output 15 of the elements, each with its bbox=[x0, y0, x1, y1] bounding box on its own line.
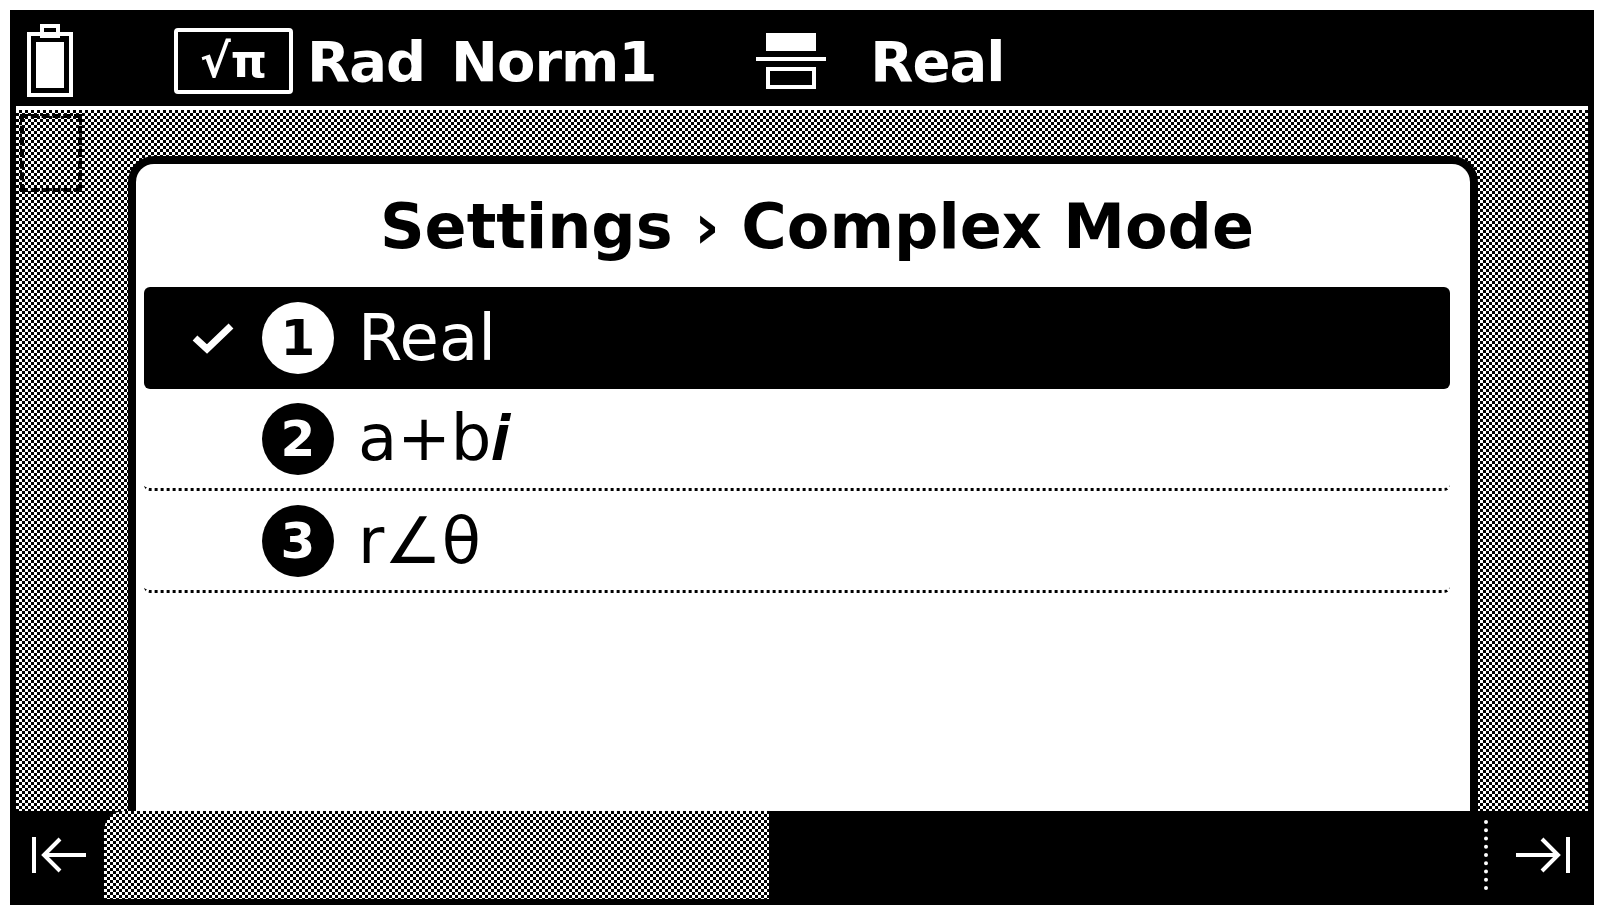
display-format: Norm1 bbox=[451, 28, 657, 94]
menu-option[interactable]: 1 Real bbox=[144, 287, 1450, 389]
battery-icon bbox=[26, 24, 74, 98]
square-outline-icon bbox=[20, 114, 82, 192]
option-number: 2 bbox=[262, 402, 334, 475]
fraction-icon bbox=[756, 31, 827, 91]
mode-indicator: √π bbox=[174, 28, 294, 94]
option-label: r∠θ bbox=[358, 503, 481, 578]
option-label: Real bbox=[358, 301, 496, 375]
angle-unit: Rad bbox=[307, 28, 426, 94]
complex-mode: Real bbox=[870, 28, 1005, 94]
option-number: 3 bbox=[262, 504, 334, 577]
option-label: a+b𝒊 bbox=[358, 401, 510, 476]
dialog-title: Settings › Complex Mode bbox=[378, 190, 1256, 263]
option-number: 1 bbox=[262, 302, 334, 374]
